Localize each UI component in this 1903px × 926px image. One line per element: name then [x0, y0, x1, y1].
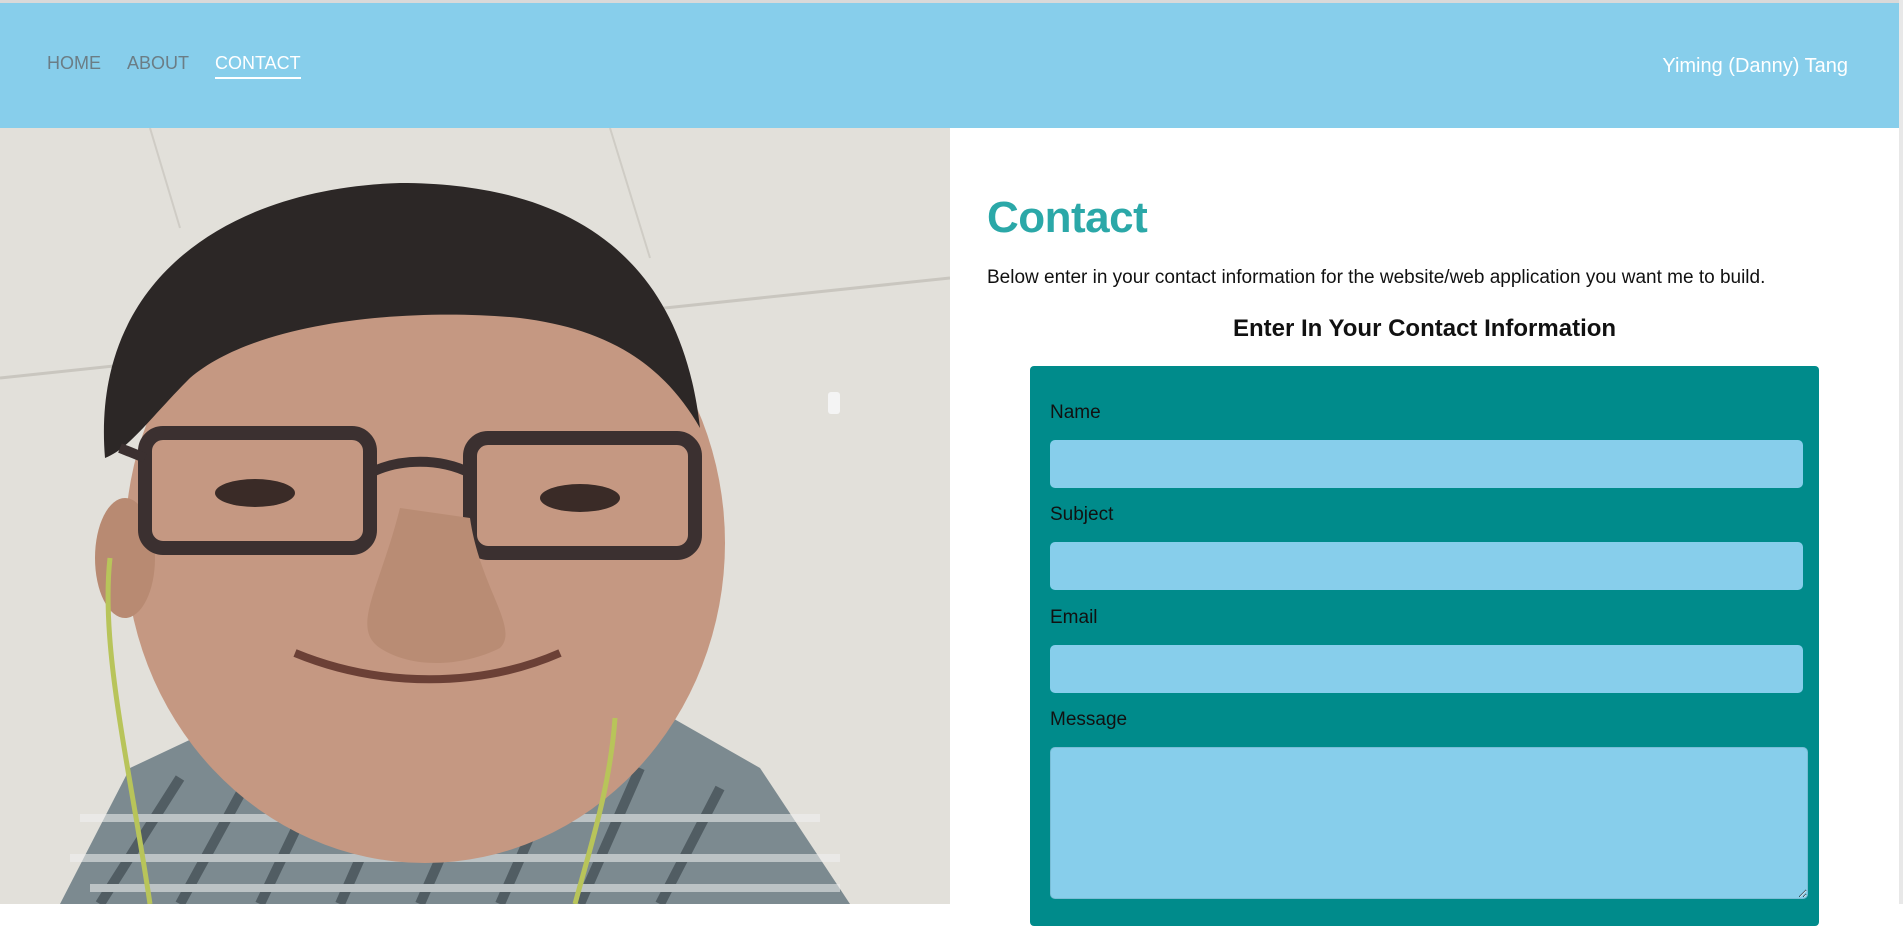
name-input[interactable] — [1050, 440, 1803, 488]
subject-label: Subject — [1050, 504, 1114, 525]
form-heading: Enter In Your Contact Information — [1232, 315, 1617, 342]
message-textarea[interactable] — [1050, 747, 1808, 899]
contact-form: Name Subject Email Message — [1030, 366, 1819, 926]
profile-photo — [0, 128, 950, 904]
intro-text: Below enter in your contact information … — [987, 267, 1766, 288]
scrollbar[interactable] — [1899, 0, 1903, 904]
site-brand[interactable]: Yiming (Danny) Tang — [1662, 55, 1848, 78]
main-nav: HOME ABOUT CONTACT — [47, 53, 301, 79]
page-title: Contact — [987, 193, 1148, 242]
email-input[interactable] — [1050, 645, 1803, 693]
nav-about-link[interactable]: ABOUT — [127, 53, 189, 79]
contact-section: Contact Below enter in your contact info… — [987, 128, 1867, 926]
top-navbar: HOME ABOUT CONTACT Yiming (Danny) Tang — [0, 0, 1899, 128]
nav-contact-link[interactable]: CONTACT — [215, 53, 301, 79]
message-label: Message — [1050, 709, 1128, 730]
nav-home-link[interactable]: HOME — [47, 53, 101, 79]
subject-input[interactable] — [1050, 542, 1803, 590]
email-label: Email — [1050, 607, 1098, 628]
name-label: Name — [1050, 402, 1101, 423]
